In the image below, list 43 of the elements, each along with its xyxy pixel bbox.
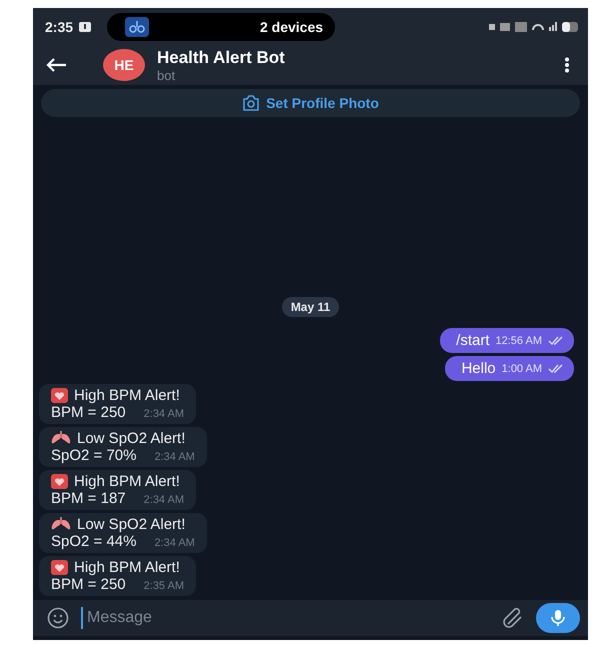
camera-icon [242,95,260,111]
lungs-icon [51,431,71,446]
devices-pill[interactable]: 2 devices [107,12,336,40]
paperclip-icon[interactable] [502,608,524,628]
alert-title: Low SpO2 Alert! [77,430,186,447]
message-time: 1:00 AM [502,362,542,374]
alert-reading: BPM = 250 [51,404,126,421]
avatar[interactable]: HE [103,49,145,81]
chat-subtitle: bot [157,68,176,82]
battery-icon [562,22,578,32]
alert-reading: SpO2 = 70% [51,447,136,464]
alert-reading: BPM = 250 [51,576,126,593]
notification-icon [78,20,92,32]
back-icon[interactable] [45,57,67,73]
date-chip: May 11 [282,297,340,317]
alert-title: High BPM Alert! [74,387,180,404]
status-time: 2:35 [45,18,74,34]
emoji-icon[interactable] [47,607,69,629]
double-check-icon [548,364,564,374]
alert-reading: SpO2 = 44% [51,533,136,550]
microphone-button[interactable] [536,603,580,633]
message-time: 12:56 AM [496,334,542,346]
chat-title: Health Alert Bot [157,48,285,68]
wifi-icon [532,23,544,30]
alert-title: High BPM Alert! [74,473,180,490]
message-time: 2:34 AM [144,494,184,506]
message-text: /start [456,332,490,349]
lungs-icon [51,517,71,532]
alert-reading: BPM = 187 [51,490,126,507]
message-field[interactable]: Message [81,607,490,629]
message-time: 2:34 AM [154,537,195,549]
microphone-icon [551,609,565,627]
more-icon[interactable] [564,57,570,73]
message-time: 2:34 AM [154,451,195,463]
message-text: Hello [461,360,496,377]
alert-title: Low SpO2 Alert! [77,516,186,533]
message-composer[interactable]: Message [33,600,588,636]
signal-icon [549,22,557,31]
set-profile-photo-button[interactable]: Set Profile Photo [41,89,580,117]
message-time: 2:34 AM [144,408,184,420]
message-time: 2:35 AM [144,580,184,592]
double-check-icon [548,336,564,346]
alert-title: High BPM Alert! [74,559,180,576]
